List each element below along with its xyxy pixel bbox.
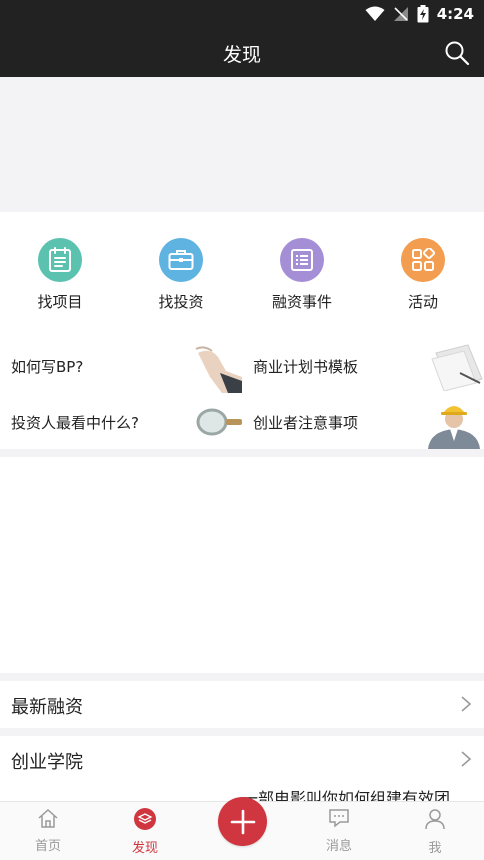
category-label: 活动 [407, 293, 438, 311]
discover-icon [134, 808, 156, 830]
tab-home[interactable]: 首页 [18, 808, 78, 854]
category-funding-events[interactable]: 融资事件 [252, 238, 352, 312]
battery-charging-icon [417, 5, 429, 23]
grid-icon [401, 238, 445, 282]
guide-label: 创业者注意事项 [253, 414, 359, 432]
category-label: 找投资 [158, 293, 204, 311]
section-title: 创业学院 [11, 752, 83, 773]
add-button[interactable] [218, 797, 267, 846]
guide-label: 商业计划书模板 [253, 358, 359, 376]
handshake-image [195, 346, 242, 393]
discover-page: 4:24 发现 找项目 找投资 融资事件 活动 如何写BP? 商业计划书模板 投… [0, 0, 484, 860]
section-divider [0, 673, 484, 681]
status-time: 4:24 [436, 5, 474, 23]
category-label: 融资事件 [271, 293, 332, 311]
page-title: 发现 [222, 44, 261, 66]
plus-icon [230, 809, 255, 834]
documents-image [431, 344, 483, 391]
tab-me[interactable]: 我 [405, 808, 465, 856]
section-divider [0, 728, 484, 736]
category-activities[interactable]: 活动 [373, 238, 473, 312]
startup-academy-row[interactable]: 创业学院 [0, 736, 484, 783]
guide-investor-focus[interactable]: 投资人最看中什么? [0, 395, 242, 449]
tab-label: 首页 [34, 839, 61, 854]
magnifier-image [196, 408, 242, 436]
banner-carousel[interactable] [0, 77, 484, 212]
status-bar: 4:24 [0, 0, 484, 28]
section-divider [0, 449, 484, 457]
engineer-image [428, 406, 480, 449]
clipboard-icon [38, 238, 82, 282]
guide-how-to-write-bp[interactable]: 如何写BP? [0, 339, 242, 393]
message-icon [329, 809, 349, 828]
latest-funding-row[interactable]: 最新融资 [0, 681, 484, 728]
app-header: 发现 [0, 28, 484, 77]
tab-discover[interactable]: 发现 [115, 808, 175, 856]
category-find-project[interactable]: 找项目 [10, 238, 110, 312]
category-label: 找项目 [37, 293, 83, 311]
no-signal-icon [393, 7, 408, 21]
chevron-right-icon [461, 751, 472, 767]
search-icon[interactable] [444, 40, 470, 66]
chevron-right-icon [461, 696, 472, 712]
section-title: 最新融资 [11, 697, 83, 718]
briefcase-icon [159, 238, 203, 282]
guide-bp-template[interactable]: 商业计划书模板 [242, 339, 484, 393]
profile-icon [425, 809, 445, 830]
tab-label: 发现 [131, 841, 158, 856]
home-icon [38, 808, 58, 828]
wifi-icon [365, 6, 385, 21]
guide-label: 投资人最看中什么? [11, 414, 139, 432]
status-icons: 4:24 [365, 4, 474, 24]
category-find-investment[interactable]: 找投资 [131, 238, 231, 312]
guide-label: 如何写BP? [11, 358, 84, 376]
tab-messages[interactable]: 消息 [309, 808, 369, 854]
tab-label: 我 [428, 841, 442, 856]
list-icon [280, 238, 324, 282]
guide-founder-notes[interactable]: 创业者注意事项 [242, 395, 484, 449]
tab-label: 消息 [325, 839, 352, 854]
